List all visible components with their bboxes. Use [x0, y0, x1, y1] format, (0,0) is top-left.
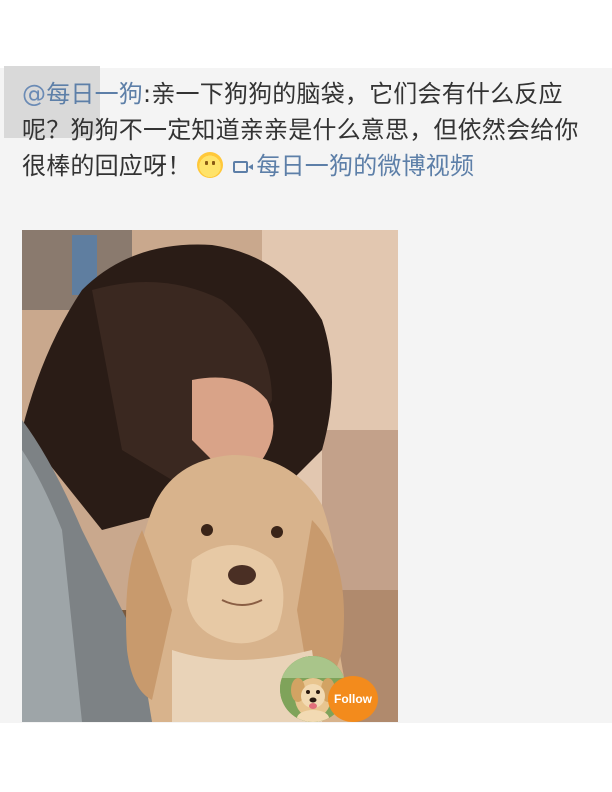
post-text: @每日一狗:亲一下狗狗的脑袋，它们会有什么反应呢？狗狗不一定知道亲亲是什么意思，…: [22, 76, 602, 184]
video-thumbnail[interactable]: [22, 230, 398, 722]
video-link-label: 每日一狗的微博视频: [256, 152, 475, 180]
smiley-sun-icon: [197, 152, 224, 178]
follow-button[interactable]: Follow: [328, 676, 378, 722]
mention-at-symbol: @: [22, 80, 47, 108]
dog-kiss-video-thumbnail: [22, 230, 398, 722]
mention-link[interactable]: @每日一狗: [22, 80, 143, 108]
follow-widget[interactable]: Follow: [280, 656, 380, 722]
video-camera-icon: [233, 161, 254, 173]
mention-name: 每日一狗: [46, 80, 144, 108]
video-link[interactable]: 每日一狗的微博视频: [233, 152, 474, 180]
